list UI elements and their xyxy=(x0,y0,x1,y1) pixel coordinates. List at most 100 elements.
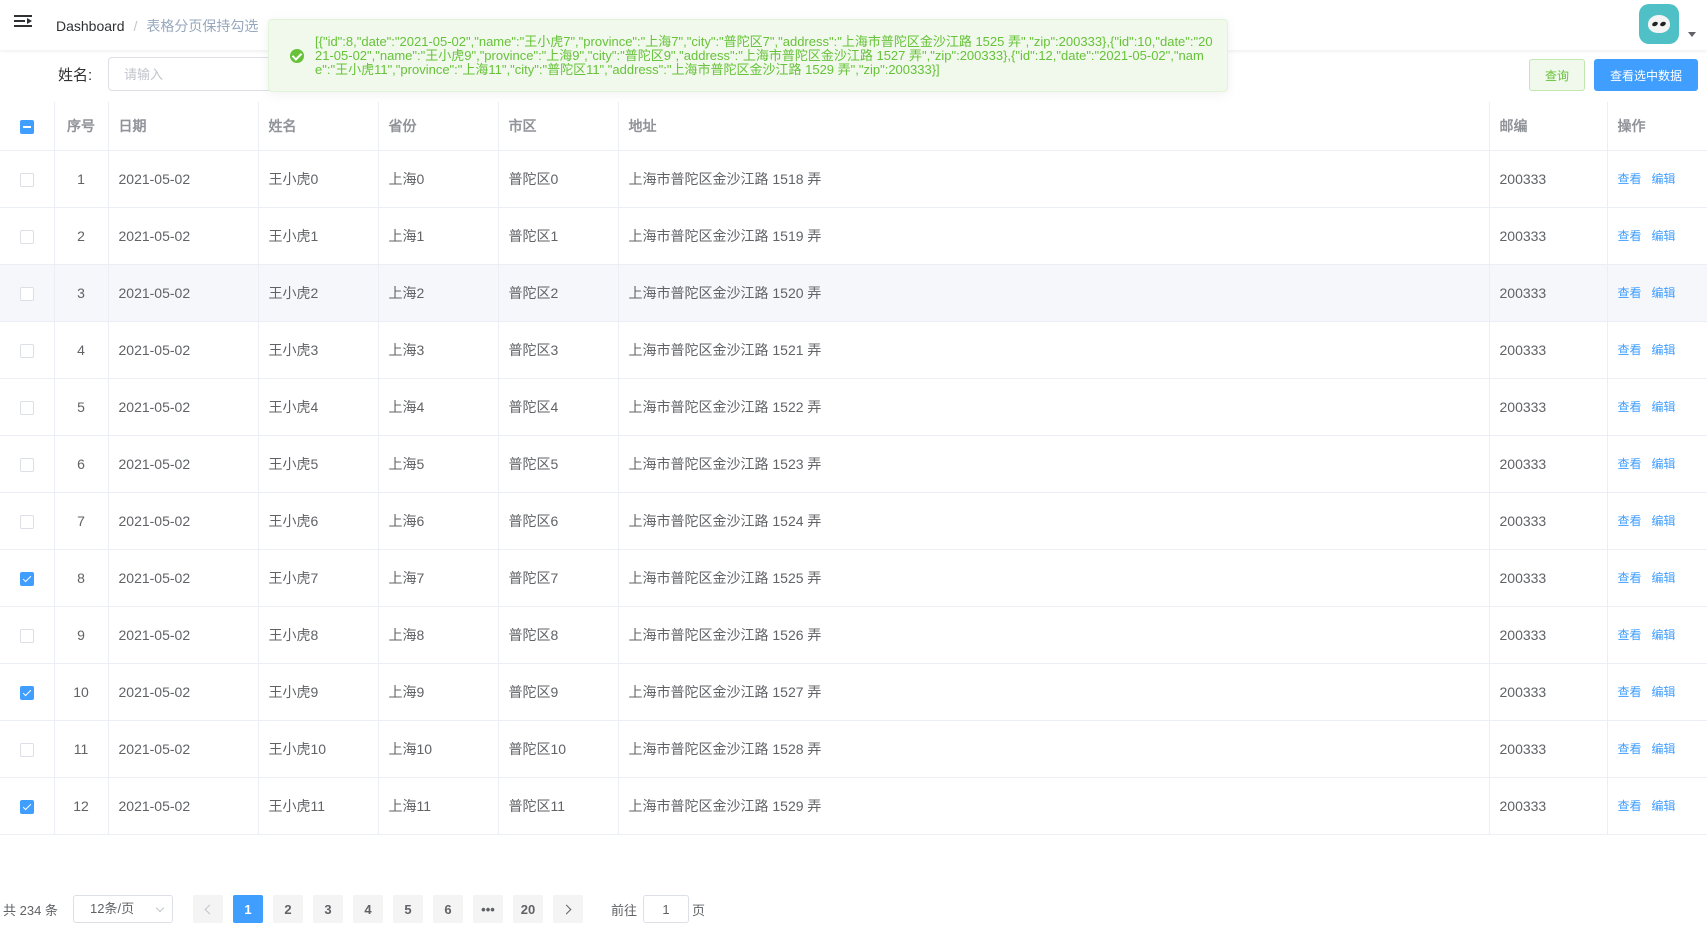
cell-actions: 查看 编辑 xyxy=(1607,150,1707,208)
cell-index: 1 xyxy=(54,150,109,208)
goto-page-input[interactable] xyxy=(643,895,689,923)
row-select-cell xyxy=(0,378,55,436)
cell-province: 上海9 xyxy=(378,663,499,721)
cell-name: 王小虎6 xyxy=(258,492,379,550)
cell-province: 上海1 xyxy=(378,207,499,265)
cell-date: 2021-05-02 xyxy=(108,207,259,265)
page-ellipsis-button[interactable]: ••• xyxy=(473,895,503,923)
name-search-input[interactable] xyxy=(108,57,278,91)
edit-link[interactable]: 编辑 xyxy=(1652,571,1676,585)
row-checkbox[interactable] xyxy=(19,685,34,700)
edit-link[interactable]: 编辑 xyxy=(1652,457,1676,471)
view-link[interactable]: 查看 xyxy=(1618,286,1642,300)
page-button[interactable]: 4 xyxy=(353,895,383,923)
cell-name: 王小虎0 xyxy=(258,150,379,208)
row-checkbox[interactable] xyxy=(19,400,34,415)
edit-link[interactable]: 编辑 xyxy=(1652,799,1676,813)
edit-link[interactable]: 编辑 xyxy=(1652,685,1676,699)
page-button[interactable]: 2 xyxy=(273,895,303,923)
cell-index: 9 xyxy=(54,606,109,664)
edit-link[interactable]: 编辑 xyxy=(1652,514,1676,528)
row-select-cell xyxy=(0,720,55,778)
view-link[interactable]: 查看 xyxy=(1618,799,1642,813)
edit-link[interactable]: 编辑 xyxy=(1652,286,1676,300)
row-select-cell xyxy=(0,663,55,721)
select-all-checkbox[interactable] xyxy=(19,119,34,134)
view-link[interactable]: 查看 xyxy=(1618,400,1642,414)
edit-link[interactable]: 编辑 xyxy=(1652,172,1676,186)
view-selected-button[interactable]: 查看选中数据 xyxy=(1594,59,1698,91)
cell-address: 上海市普陀区金沙江路 1527 弄 xyxy=(618,663,1490,721)
page-button[interactable]: 6 xyxy=(433,895,463,923)
page-button[interactable]: 1 xyxy=(233,895,263,923)
cell-actions: 查看 编辑 xyxy=(1607,207,1707,265)
cell-city: 普陀区10 xyxy=(498,720,619,778)
row-select-cell xyxy=(0,492,55,550)
column-header-name: 姓名 xyxy=(258,102,379,151)
view-link[interactable]: 查看 xyxy=(1618,514,1642,528)
cell-province: 上海5 xyxy=(378,435,499,493)
cell-actions: 查看 编辑 xyxy=(1607,321,1707,379)
view-link[interactable]: 查看 xyxy=(1618,742,1642,756)
cell-index: 4 xyxy=(54,321,109,379)
view-link[interactable]: 查看 xyxy=(1618,457,1642,471)
view-link[interactable]: 查看 xyxy=(1618,343,1642,357)
cell-date: 2021-05-02 xyxy=(108,321,259,379)
query-button[interactable]: 查询 xyxy=(1529,59,1585,91)
row-checkbox[interactable] xyxy=(19,628,34,643)
cell-zip: 200333 xyxy=(1489,777,1608,835)
success-message: [{"id":8,"date":"2021-05-02","name":"王小虎… xyxy=(268,19,1228,92)
row-checkbox[interactable] xyxy=(19,229,34,244)
cell-province: 上海3 xyxy=(378,321,499,379)
edit-link[interactable]: 编辑 xyxy=(1652,343,1676,357)
page-size-select[interactable]: 12条/页 xyxy=(73,895,173,923)
page-button[interactable]: 20 xyxy=(513,895,543,923)
view-link[interactable]: 查看 xyxy=(1618,571,1642,585)
cell-actions: 查看 编辑 xyxy=(1607,549,1707,607)
edit-link[interactable]: 编辑 xyxy=(1652,742,1676,756)
cell-date: 2021-05-02 xyxy=(108,549,259,607)
page-button[interactable]: 5 xyxy=(393,895,423,923)
table-row: 1 2021-05-02 王小虎0 上海0 普陀区0 上海市普陀区金沙江路 1518 弄2… xyxy=(0,150,1707,208)
cell-name: 王小虎10 xyxy=(258,720,379,778)
cell-index: 6 xyxy=(54,435,109,493)
next-page-button[interactable] xyxy=(553,895,583,923)
cell-address: 上海市普陀区金沙江路 1529 弄 xyxy=(618,777,1490,835)
page-button[interactable]: 3 xyxy=(313,895,343,923)
row-checkbox[interactable] xyxy=(19,742,34,757)
hamburger-menu-icon[interactable] xyxy=(14,15,32,31)
row-checkbox[interactable] xyxy=(19,343,34,358)
view-link[interactable]: 查看 xyxy=(1618,685,1642,699)
edit-link[interactable]: 编辑 xyxy=(1652,400,1676,414)
cell-index: 10 xyxy=(54,663,109,721)
edit-link[interactable]: 编辑 xyxy=(1652,628,1676,642)
user-avatar[interactable] xyxy=(1639,4,1679,44)
prev-page-button[interactable] xyxy=(193,895,223,923)
chevron-down-icon[interactable] xyxy=(1688,32,1696,37)
cell-name: 王小虎8 xyxy=(258,606,379,664)
row-checkbox[interactable] xyxy=(19,799,34,814)
view-link[interactable]: 查看 xyxy=(1618,172,1642,186)
row-checkbox[interactable] xyxy=(19,286,34,301)
view-link[interactable]: 查看 xyxy=(1618,229,1642,243)
row-checkbox[interactable] xyxy=(19,571,34,586)
cell-index: 5 xyxy=(54,378,109,436)
cell-index: 3 xyxy=(54,264,109,322)
cell-name: 王小虎1 xyxy=(258,207,379,265)
row-checkbox[interactable] xyxy=(19,457,34,472)
column-header-address: 地址 xyxy=(618,102,1490,151)
cell-zip: 200333 xyxy=(1489,321,1608,379)
cell-name: 王小虎4 xyxy=(258,378,379,436)
cell-province: 上海2 xyxy=(378,264,499,322)
row-select-cell xyxy=(0,150,55,208)
table-row: 8 2021-05-02 王小虎7 上海7 普陀区7 上海市普陀区金沙江路 1525 弄2… xyxy=(0,549,1707,607)
view-link[interactable]: 查看 xyxy=(1618,628,1642,642)
row-checkbox[interactable] xyxy=(19,514,34,529)
edit-link[interactable]: 编辑 xyxy=(1652,229,1676,243)
cell-name: 王小虎2 xyxy=(258,264,379,322)
success-check-icon xyxy=(290,49,304,63)
table-row: 2 2021-05-02 王小虎1 上海1 普陀区1 上海市普陀区金沙江路 1519 弄2… xyxy=(0,207,1707,265)
cell-zip: 200333 xyxy=(1489,264,1608,322)
row-checkbox[interactable] xyxy=(19,172,34,187)
breadcrumb-item-dashboard[interactable]: Dashboard xyxy=(56,18,125,34)
